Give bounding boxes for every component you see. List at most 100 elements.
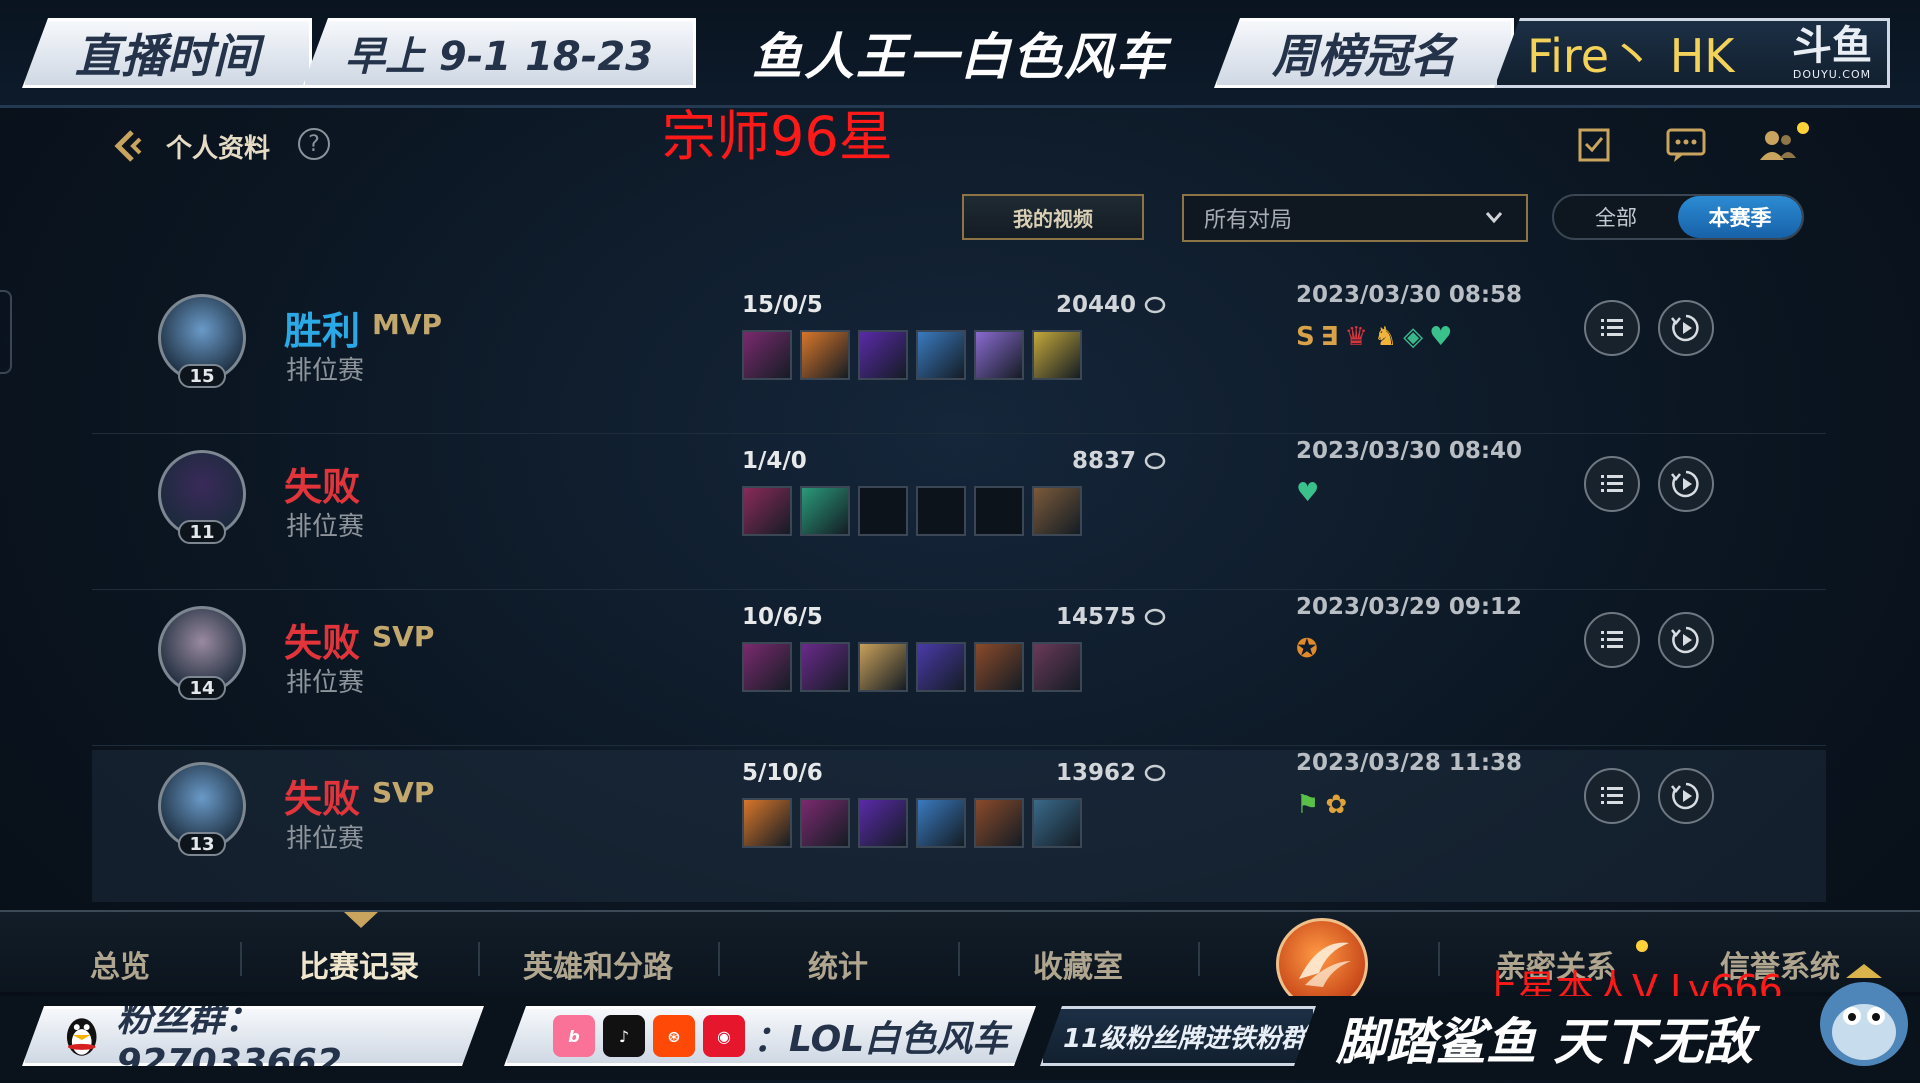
item-slot — [742, 798, 792, 848]
nav-divider — [1438, 942, 1440, 976]
douyu-logo: 斗鱼 DOUYU.COM — [1782, 24, 1882, 86]
match-replay-button[interactable] — [1658, 768, 1714, 824]
replay-icon — [1671, 626, 1699, 654]
match-replay-button[interactable] — [1658, 456, 1714, 512]
match-awards: ⚑ ✿ — [1296, 790, 1347, 820]
match-details-button[interactable] — [1584, 768, 1640, 824]
award-crown-icon: ♛ — [1344, 322, 1368, 352]
match-details-button[interactable] — [1584, 300, 1640, 356]
award-flower-icon: ✿ — [1325, 790, 1348, 820]
match-row[interactable]: 15 胜利 MVP 排位赛 15/0/5 20440 2023/03/30 08… — [92, 282, 1826, 434]
my-videos-button[interactable]: 我的视频 — [962, 194, 1144, 240]
award-s-icon: S — [1296, 322, 1315, 352]
gold-coin-icon — [1144, 452, 1166, 470]
item-slot — [974, 486, 1024, 536]
row-divider — [92, 745, 1826, 746]
kda-score: 10/6/5 — [742, 604, 823, 630]
performance-badge: SVP — [372, 620, 435, 653]
checklist-icon[interactable] — [1572, 124, 1616, 164]
match-mode: 排位赛 — [286, 512, 365, 542]
gold-coin-icon — [1144, 764, 1166, 782]
item-slot — [916, 798, 966, 848]
champion-level-badge: 14 — [178, 676, 226, 700]
item-slot — [974, 798, 1024, 848]
item-slot — [742, 486, 792, 536]
match-date: 2023/03/28 11:38 — [1296, 750, 1523, 776]
match-details-button[interactable] — [1584, 456, 1640, 512]
item-build — [742, 486, 1082, 536]
match-result: 胜利 — [284, 309, 361, 353]
season-segmented-control: 全部 本赛季 — [1552, 194, 1804, 240]
tab-overview[interactable]: 总览 — [20, 942, 220, 986]
weibo-icon: ◉ — [703, 1015, 745, 1057]
item-slot — [1032, 330, 1082, 380]
item-slot — [800, 486, 850, 536]
gold-coin-icon — [1144, 608, 1166, 626]
stream-slogan: 脚踏鲨鱼 天下无敌 — [1336, 1013, 1754, 1071]
match-date: 2023/03/30 08:40 — [1296, 438, 1523, 464]
tab-stats[interactable]: 统计 — [738, 942, 938, 986]
award-shield-icon: ◈ — [1403, 322, 1424, 352]
list-icon — [1601, 475, 1623, 492]
item-slot — [800, 330, 850, 380]
match-date: 2023/03/30 08:58 — [1296, 282, 1523, 308]
performance-badge: SVP — [372, 776, 435, 809]
chevron-down-icon — [1485, 212, 1503, 224]
segment-this-season[interactable]: 本赛季 — [1678, 196, 1802, 238]
match-result: 失败 — [284, 465, 361, 509]
gold-coin-icon — [1144, 296, 1166, 314]
item-slot — [858, 330, 908, 380]
segment-all[interactable]: 全部 — [1554, 196, 1678, 238]
row-divider — [92, 433, 1826, 434]
fan-group-text: 粉丝群：927033662 — [116, 998, 342, 1083]
match-filter-select[interactable]: 所有对局 — [1182, 194, 1528, 242]
match-row[interactable]: 13 失败 SVP 排位赛 5/10/6 13962 2023/03/28 11… — [92, 750, 1826, 902]
sponsor-label: 周榜冠名 — [1214, 18, 1514, 88]
item-slot — [858, 486, 908, 536]
tab-collection[interactable]: 收藏室 — [978, 942, 1178, 986]
award-heart-icon: ♥ — [1429, 322, 1453, 352]
nav-divider — [718, 942, 720, 976]
match-mode: 排位赛 — [286, 356, 365, 386]
match-awards: S ∃ ♛ ♞ ◈ ♥ — [1296, 322, 1452, 352]
social-handle-text: ：LOL白色风车 — [753, 1019, 1009, 1060]
item-slot — [800, 798, 850, 848]
list-icon — [1601, 787, 1623, 804]
item-slot — [800, 642, 850, 692]
list-icon — [1601, 631, 1623, 648]
active-tab-caret-icon — [344, 912, 378, 928]
item-slot — [858, 642, 908, 692]
stream-time-value: 早上 9-1 18-23 — [302, 18, 696, 88]
chat-icon[interactable] — [1664, 124, 1708, 164]
tab-match-history[interactable]: 比赛记录 — [259, 942, 459, 986]
side-drawer-handle[interactable] — [0, 290, 12, 374]
performance-badge: MVP — [372, 308, 443, 341]
help-icon[interactable]: ? — [298, 128, 330, 160]
match-row[interactable]: 11 失败 排位赛 1/4/0 8837 2023/03/30 08:40 ♥ — [92, 438, 1826, 590]
match-filter-value: 所有对局 — [1204, 208, 1293, 233]
douyin-icon: ♪ — [603, 1015, 645, 1057]
nav-divider — [240, 942, 242, 976]
match-mode: 排位赛 — [286, 824, 365, 854]
back-button[interactable] — [108, 126, 148, 166]
stream-title: 鱼人王一白色风车 — [752, 28, 1168, 86]
match-row[interactable]: 14 失败 SVP 排位赛 10/6/5 14575 2023/03/29 09… — [92, 594, 1826, 746]
back-arrow-icon — [114, 130, 142, 162]
match-replay-button[interactable] — [1658, 612, 1714, 668]
match-result: 失败 — [284, 621, 361, 665]
gold-earned: 13962 — [1055, 760, 1136, 786]
replay-icon — [1671, 782, 1699, 810]
award-e-icon: ∃ — [1320, 322, 1339, 352]
item-build — [742, 798, 1082, 848]
qq-penguin-icon — [61, 1013, 102, 1059]
tab-champions-lanes[interactable]: 英雄和分路 — [498, 942, 698, 986]
stream-time-label: 直播时间 — [22, 18, 312, 88]
match-replay-button[interactable] — [1658, 300, 1714, 356]
friends-icon[interactable] — [1756, 124, 1800, 164]
award-flame-icon: ♞ — [1373, 322, 1398, 352]
match-details-button[interactable] — [1584, 612, 1640, 668]
champion-level-badge: 15 — [178, 364, 226, 388]
item-slot — [916, 642, 966, 692]
item-slot — [1032, 798, 1082, 848]
match-date: 2023/03/29 09:12 — [1296, 594, 1523, 620]
